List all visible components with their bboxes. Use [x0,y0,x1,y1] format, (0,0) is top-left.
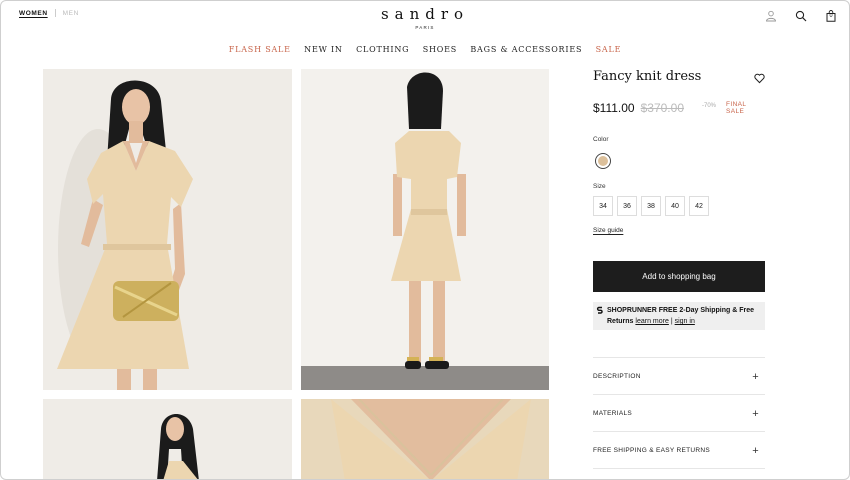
bag-icon[interactable]: 0 [825,9,837,22]
plus-icon: + [752,444,759,457]
product-photo-side[interactable] [43,399,292,479]
accordion-divider [593,468,765,470]
nav-sale[interactable]: SALE [596,45,622,54]
link-divider: | [670,318,673,325]
size-guide-link[interactable]: Size guide [593,227,623,234]
nav-new-in[interactable]: NEW IN [304,45,343,54]
final-sale-line2: SALE [726,108,745,115]
shoprunner-icon [596,306,604,314]
nav-shoes[interactable]: SHOES [423,45,457,54]
product-title: Fancy knit dress [593,69,702,84]
size-option-42[interactable]: 42 [689,196,709,216]
discount-badge: -70% [702,103,717,109]
size-options: 34 36 38 40 42 [593,196,709,216]
color-swatch[interactable] [595,153,611,169]
product-photo-detail[interactable] [301,399,549,479]
plus-icon: + [752,370,759,383]
account-icon[interactable] [765,9,777,22]
sign-in-link[interactable]: sign in [675,318,695,325]
product-photo-front[interactable] [43,69,292,390]
accordion-shipping[interactable]: FREE SHIPPING & EASY RETURNS + [593,431,765,469]
accordion-description[interactable]: DESCRIPTION + [593,357,765,395]
plus-icon: + [752,407,759,420]
size-label: Size [593,183,606,190]
accordion-materials[interactable]: MATERIALS + [593,394,765,432]
heart-icon[interactable] [754,71,765,84]
color-label: Color [593,136,609,143]
product-photo-back[interactable] [301,69,549,390]
final-sale-line1: FINAL [726,101,747,108]
product-panel: Fancy knit dress $111.00 $370.00 -70% FI… [593,69,765,469]
sale-price: $111.00 [593,101,635,115]
search-icon[interactable] [795,9,807,22]
brand-name: sandro [380,5,470,23]
nav-clothing[interactable]: CLOTHING [356,45,409,54]
size-option-36[interactable]: 36 [617,196,637,216]
brand-city: PARIS [415,25,435,30]
nav-bags-accessories[interactable]: BAGS & ACCESSORIES [470,45,582,54]
bag-count: 0 [829,13,833,19]
add-to-bag-button[interactable]: Add to shopping bag [593,261,765,292]
accordion-label: MATERIALS [593,410,633,417]
color-swatch-fill [598,156,608,166]
size-option-38[interactable]: 38 [641,196,661,216]
main-nav: FLASH SALE NEW IN CLOTHING SHOES BAGS & … [1,45,849,54]
nav-flash-sale[interactable]: FLASH SALE [229,45,291,54]
final-sale-label: FINAL SALE [726,101,746,115]
browser-frame: WOMEN MEN sandro PARIS 0 FLASH SALE NEW … [0,0,850,480]
logo[interactable]: sandro PARIS [1,6,849,30]
size-option-34[interactable]: 34 [593,196,613,216]
original-price: $370.00 [640,101,684,115]
accordion-label: DESCRIPTION [593,373,641,380]
learn-more-link[interactable]: learn more [635,318,668,325]
accordion-label: FREE SHIPPING & EASY RETURNS [593,447,710,454]
price-row: $111.00 $370.00 -70% FINAL SALE [593,101,765,115]
shoprunner-banner: SHOPRUNNER FREE 2-Day Shipping & Free Re… [593,302,765,330]
size-option-40[interactable]: 40 [665,196,685,216]
header-icons: 0 [765,9,837,22]
